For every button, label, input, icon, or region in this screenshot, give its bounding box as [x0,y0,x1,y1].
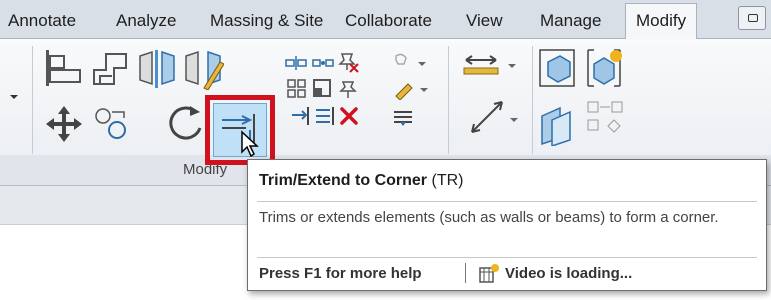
split-with-gap-icon[interactable] [312,54,334,72]
delete-icon[interactable] [338,105,360,127]
tab-modify[interactable]: Modify [625,3,698,39]
create-group-icon[interactable] [538,104,580,146]
paint-icon[interactable] [390,52,430,74]
chevron-down-icon[interactable] [8,92,20,102]
tab-analyze[interactable]: Analyze [116,11,176,31]
split-element-icon[interactable] [285,54,307,72]
move-icon[interactable] [44,104,84,144]
pin-icon[interactable] [338,78,360,100]
tooltip-divider [257,257,757,258]
tooltip-shortcut: (TR) [431,172,464,189]
tab-annotate[interactable]: Annotate [8,11,76,31]
tooltip-divider [257,201,757,202]
video-icon [478,263,500,290]
panel-separator [32,46,33,154]
tooltip: Trim/Extend to Corner (TR) Trims or exte… [247,159,767,291]
tooltip-separator [465,263,466,283]
array-icon[interactable] [286,78,308,100]
tooltip-help-text: Press F1 for more help [259,265,422,282]
ribbon-tab-bar: Annotate Analyze Massing & Site Collabor… [0,0,771,39]
mouse-cursor-icon [240,130,260,158]
mirror-draw-axis-icon[interactable] [182,48,224,90]
mirror-pick-axis-icon[interactable] [136,48,178,90]
tab-view[interactable]: View [466,11,503,31]
tooltip-title: Trim/Extend to Corner (TR) [259,172,463,190]
unpin-icon[interactable] [336,50,360,74]
tab-collaborate[interactable]: Collaborate [345,11,432,31]
create-parts-icon[interactable] [538,46,578,90]
create-assembly-icon[interactable] [584,46,624,90]
trim-extend-multiple-icon[interactable] [314,105,338,127]
measure-between-references-icon[interactable] [466,92,522,138]
measure-icon[interactable] [462,52,522,78]
tooltip-video-status: Video is loading... [505,265,633,282]
panel-separator [448,46,449,154]
align-icon[interactable] [44,48,86,90]
panel-separator [532,46,533,154]
paint-icon[interactable] [392,78,432,100]
tooltip-description: Trims or extends elements (such as walls… [259,209,719,226]
ribbon-minimize-button[interactable] [738,6,766,30]
copy-icon[interactable] [92,104,132,144]
minimize-icon [748,14,758,22]
tab-massing-site[interactable]: Massing & Site [210,11,323,31]
tab-manage[interactable]: Manage [540,11,601,31]
parts-flow-icon[interactable] [584,98,628,148]
offset-icon[interactable] [90,48,132,90]
scale-icon[interactable] [312,78,334,100]
trim-extend-single-icon[interactable] [290,105,314,127]
split-face-icon[interactable] [392,106,416,128]
tooltip-title-text: Trim/Extend to Corner [259,172,428,189]
rotate-icon[interactable] [166,102,206,146]
